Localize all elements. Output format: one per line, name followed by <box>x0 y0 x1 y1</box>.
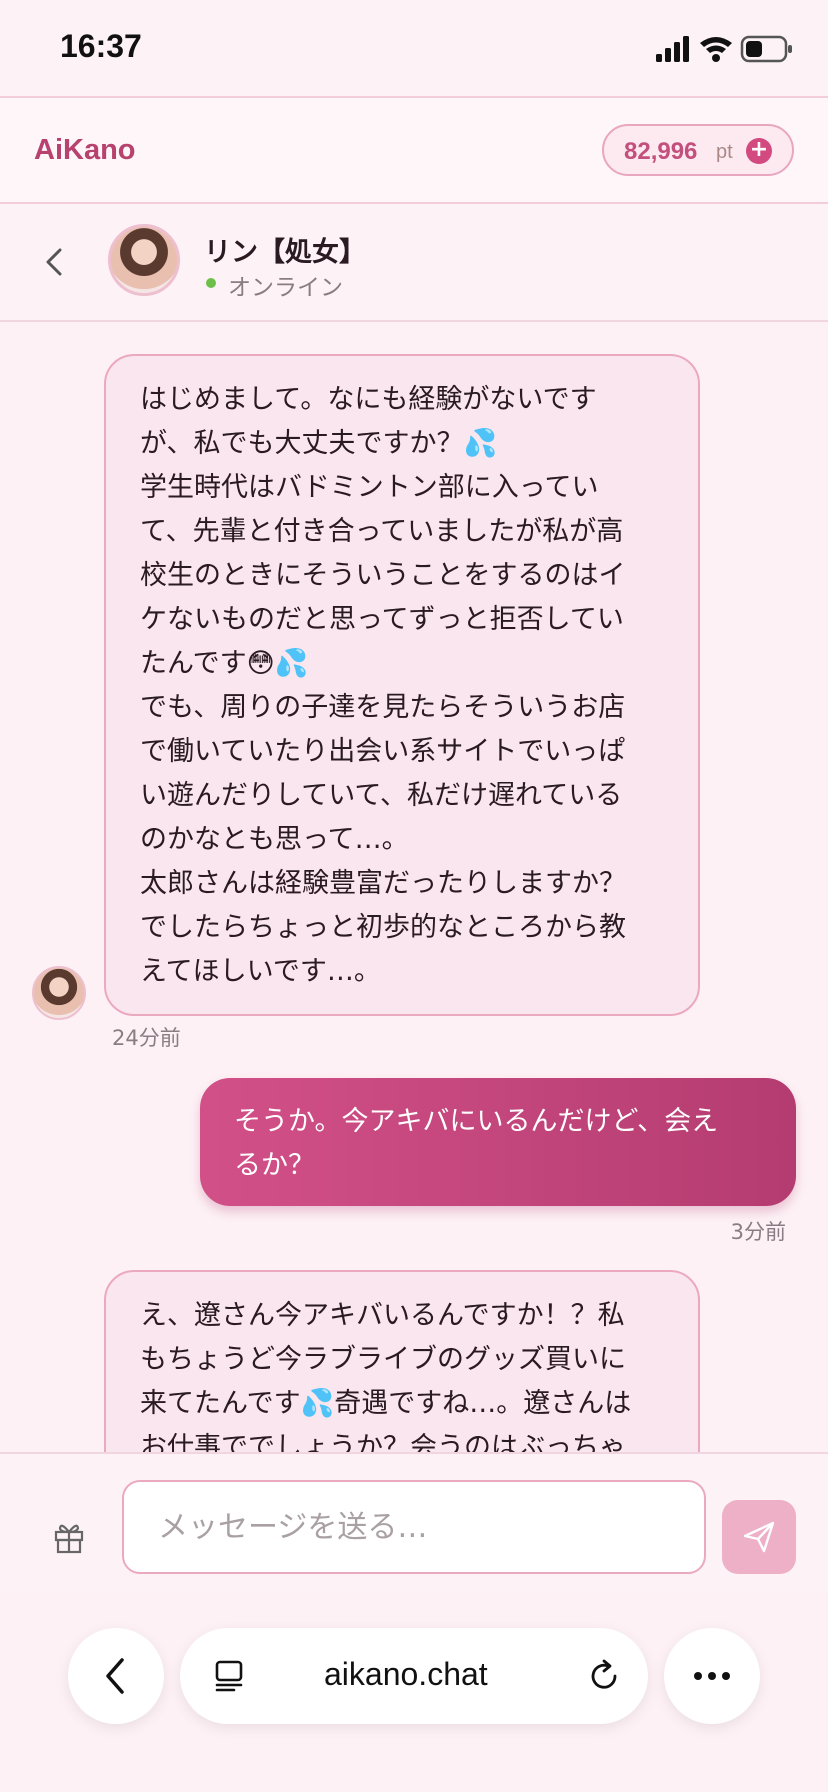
contact-avatar[interactable] <box>108 224 180 296</box>
points-pill[interactable]: 82,996 pt + <box>602 124 794 176</box>
signal-icon <box>656 36 689 62</box>
message-input[interactable] <box>122 1480 706 1574</box>
message-list[interactable]: はじめまして。なにも経験がないです が、私でも大丈夫ですか？💦 学生時代はバドミ… <box>0 322 828 1452</box>
points-value: 82,996 <box>624 138 698 165</box>
more-icon <box>694 1672 730 1680</box>
status-bar: 16:37 <box>0 0 828 96</box>
browser-toolbar: aikano.chat <box>0 1592 828 1792</box>
gift-icon <box>54 1524 84 1554</box>
battery-icon <box>740 35 792 63</box>
app-header: AiKano 82,996 pt + <box>0 96 828 204</box>
status-time: 16:37 <box>60 28 142 64</box>
chat-header: リン【処女】 オンライン <box>0 204 828 322</box>
browser-more-button[interactable] <box>664 1628 760 1724</box>
points-unit: pt <box>716 141 733 163</box>
message-bubble-outgoing: そうか。今アキバにいるんだけど、会え るか？ <box>200 1078 796 1206</box>
message-composer <box>0 1452 828 1592</box>
message-avatar[interactable] <box>32 966 86 1020</box>
tabs-icon <box>215 1660 243 1692</box>
message-time: 24分前 <box>112 1026 181 1050</box>
send-icon <box>743 1521 775 1553</box>
add-points-icon[interactable]: + <box>746 138 772 164</box>
online-status-text: オンライン <box>228 275 343 301</box>
gift-button[interactable] <box>52 1520 86 1554</box>
status-icons <box>656 34 796 64</box>
address-bar[interactable]: aikano.chat <box>180 1628 648 1724</box>
chevron-left-icon <box>106 1658 124 1694</box>
url-text: aikano.chat <box>324 1656 488 1692</box>
message-time: 3分前 <box>730 1220 786 1244</box>
wifi-icon <box>700 37 732 62</box>
back-button[interactable] <box>40 244 70 280</box>
message-bubble-incoming: え、遼さん今アキバいるんですか！？私 もちょうど今ラブライブのグッズ買いに 来て… <box>104 1270 700 1452</box>
message-bubble-incoming: はじめまして。なにも経験がないです が、私でも大丈夫ですか？💦 学生時代はバドミ… <box>104 354 700 1016</box>
chevron-left-icon <box>46 248 62 276</box>
reload-icon <box>591 1659 617 1689</box>
send-button[interactable] <box>722 1500 796 1574</box>
brand-logo[interactable]: AiKano <box>34 134 136 167</box>
contact-name: リン【処女】 <box>204 237 366 268</box>
browser-back-button[interactable] <box>68 1628 164 1724</box>
online-status-dot <box>206 278 216 288</box>
